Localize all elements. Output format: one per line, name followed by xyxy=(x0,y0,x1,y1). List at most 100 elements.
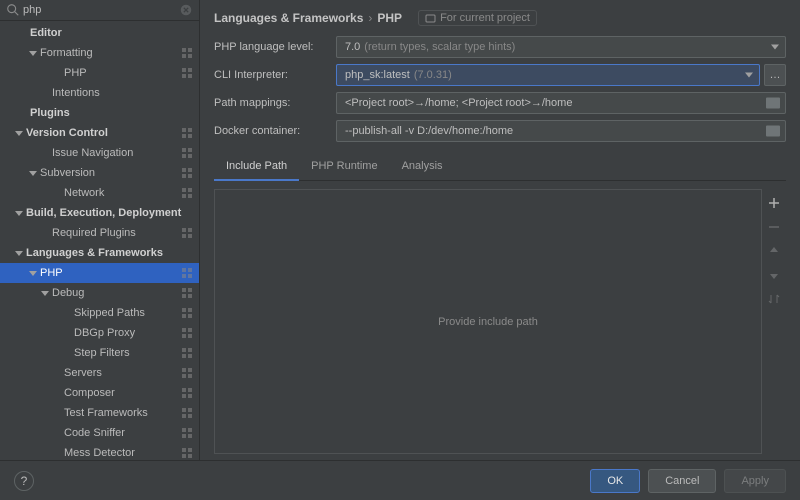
tree-item-label: DBGp Proxy xyxy=(74,327,177,339)
tree-item-label: Step Filters xyxy=(74,347,177,359)
tree-item-label: Formatting xyxy=(40,47,177,59)
project-scope-icon xyxy=(181,267,193,279)
tree-item[interactable]: Version Control xyxy=(0,123,199,143)
tree-item-label: Servers xyxy=(64,367,177,379)
tree-arrow-icon[interactable] xyxy=(40,288,50,298)
tree-item-label: Network xyxy=(64,187,177,199)
project-scope-icon xyxy=(181,447,193,459)
tree-item[interactable]: Mess Detector xyxy=(0,443,199,460)
lang-level-label: PHP language level: xyxy=(214,41,336,53)
tree-item[interactable]: Step Filters xyxy=(0,343,199,363)
tree-arrow-spacer xyxy=(40,228,50,238)
tree-item[interactable]: PHP xyxy=(0,263,199,283)
tree-item[interactable]: Required Plugins xyxy=(0,223,199,243)
apply-button: Apply xyxy=(724,469,786,493)
tree-arrow-spacer xyxy=(62,308,72,318)
help-button[interactable]: ? xyxy=(14,471,34,491)
project-scope-icon xyxy=(181,367,193,379)
tree-item-label: Composer xyxy=(64,387,177,399)
tree-item[interactable]: Servers xyxy=(0,363,199,383)
move-down-button xyxy=(766,267,782,283)
remove-button xyxy=(766,219,782,235)
tree-arrow-icon[interactable] xyxy=(14,208,24,218)
tree-arrow-spacer xyxy=(62,328,72,338)
path-mappings-field[interactable]: <Project root>→/home; <Project root>→/ho… xyxy=(336,92,786,114)
tree-item-label: PHP xyxy=(64,67,177,79)
tree-item-label: Skipped Paths xyxy=(74,307,177,319)
project-scope-icon xyxy=(181,307,193,319)
project-scope-icon xyxy=(181,347,193,359)
tree-item[interactable]: Skipped Paths xyxy=(0,303,199,323)
lang-level-select[interactable]: 7.0 (return types, scalar type hints) xyxy=(336,36,786,58)
chevron-down-icon xyxy=(771,45,779,50)
project-scope-icon xyxy=(181,47,193,59)
search-input[interactable] xyxy=(23,4,179,16)
tree-item[interactable]: PHP xyxy=(0,63,199,83)
tree-item[interactable]: Subversion xyxy=(0,163,199,183)
tab-php-runtime[interactable]: PHP Runtime xyxy=(299,154,389,180)
tree-arrow-spacer xyxy=(18,28,28,38)
tree-item[interactable]: Build, Execution, Deployment xyxy=(0,203,199,223)
tree-arrow-spacer xyxy=(52,408,62,418)
ok-button[interactable]: OK xyxy=(590,469,640,493)
tree-arrow-icon[interactable] xyxy=(14,128,24,138)
include-path-list[interactable]: Provide include path xyxy=(214,189,762,454)
tree-item[interactable]: Debug xyxy=(0,283,199,303)
tree-arrow-spacer xyxy=(40,88,50,98)
project-scope-icon xyxy=(181,67,193,79)
search-icon xyxy=(6,3,20,17)
tree-item[interactable]: Issue Navigation xyxy=(0,143,199,163)
tree-item-label: Required Plugins xyxy=(52,227,177,239)
project-scope-icon xyxy=(181,187,193,199)
cancel-button[interactable]: Cancel xyxy=(648,469,716,493)
tree-item-label: Issue Navigation xyxy=(52,147,177,159)
tree-arrow-spacer xyxy=(52,188,62,198)
project-scope-icon xyxy=(181,227,193,239)
tree-item[interactable]: Intentions xyxy=(0,83,199,103)
tree-item[interactable]: Languages & Frameworks xyxy=(0,243,199,263)
cli-interpreter-select[interactable]: php_sk:latest (7.0.31) xyxy=(336,64,760,86)
tree-arrow-spacer xyxy=(52,428,62,438)
tree-arrow-spacer xyxy=(52,68,62,78)
chevron-down-icon xyxy=(745,73,753,78)
docker-container-field[interactable]: --publish-all -v D:/dev/home:/home xyxy=(336,120,786,142)
tree-item[interactable]: DBGp Proxy xyxy=(0,323,199,343)
tree-arrow-spacer xyxy=(52,368,62,378)
tree-item[interactable]: Test Frameworks xyxy=(0,403,199,423)
tree-item[interactable]: Composer xyxy=(0,383,199,403)
path-mappings-label: Path mappings: xyxy=(214,97,336,109)
tree-arrow-icon[interactable] xyxy=(28,168,38,178)
cli-interpreter-browse-button[interactable]: … xyxy=(764,64,786,86)
tree-arrow-spacer xyxy=(52,388,62,398)
settings-sidebar: Editor Formatting PHP Intentions Plugins Vers… xyxy=(0,0,200,460)
tree-item[interactable]: Plugins xyxy=(0,103,199,123)
tree-item-label: Plugins xyxy=(30,107,193,119)
project-scope-icon xyxy=(181,387,193,399)
folder-icon[interactable] xyxy=(766,98,780,109)
tree-item[interactable]: Formatting xyxy=(0,43,199,63)
docker-container-label: Docker container: xyxy=(214,125,336,137)
tab-bar: Include Path PHP Runtime Analysis xyxy=(214,154,786,181)
tree-item-label: Intentions xyxy=(52,87,193,99)
tree-item-label: Version Control xyxy=(26,127,177,139)
add-button[interactable] xyxy=(766,195,782,211)
include-path-toolbar xyxy=(762,189,786,454)
tree-item[interactable]: Code Sniffer xyxy=(0,423,199,443)
tree-arrow-spacer xyxy=(18,108,28,118)
tree-arrow-icon[interactable] xyxy=(28,268,38,278)
tree-item[interactable]: Editor xyxy=(0,23,199,43)
tree-arrow-spacer xyxy=(62,348,72,358)
folder-icon[interactable] xyxy=(766,126,780,137)
clear-search-icon[interactable] xyxy=(179,3,193,17)
project-scope-icon xyxy=(181,287,193,299)
tab-analysis[interactable]: Analysis xyxy=(390,154,455,180)
cli-interpreter-label: CLI Interpreter: xyxy=(214,69,336,81)
tab-include-path[interactable]: Include Path xyxy=(214,154,299,181)
tree-item-label: Debug xyxy=(52,287,177,299)
tree-item[interactable]: Network xyxy=(0,183,199,203)
tree-arrow-icon[interactable] xyxy=(28,48,38,58)
project-scope-icon xyxy=(181,167,193,179)
tree-arrow-icon[interactable] xyxy=(14,248,24,258)
settings-tree[interactable]: Editor Formatting PHP Intentions Plugins Vers… xyxy=(0,21,199,460)
tree-arrow-spacer xyxy=(40,148,50,158)
